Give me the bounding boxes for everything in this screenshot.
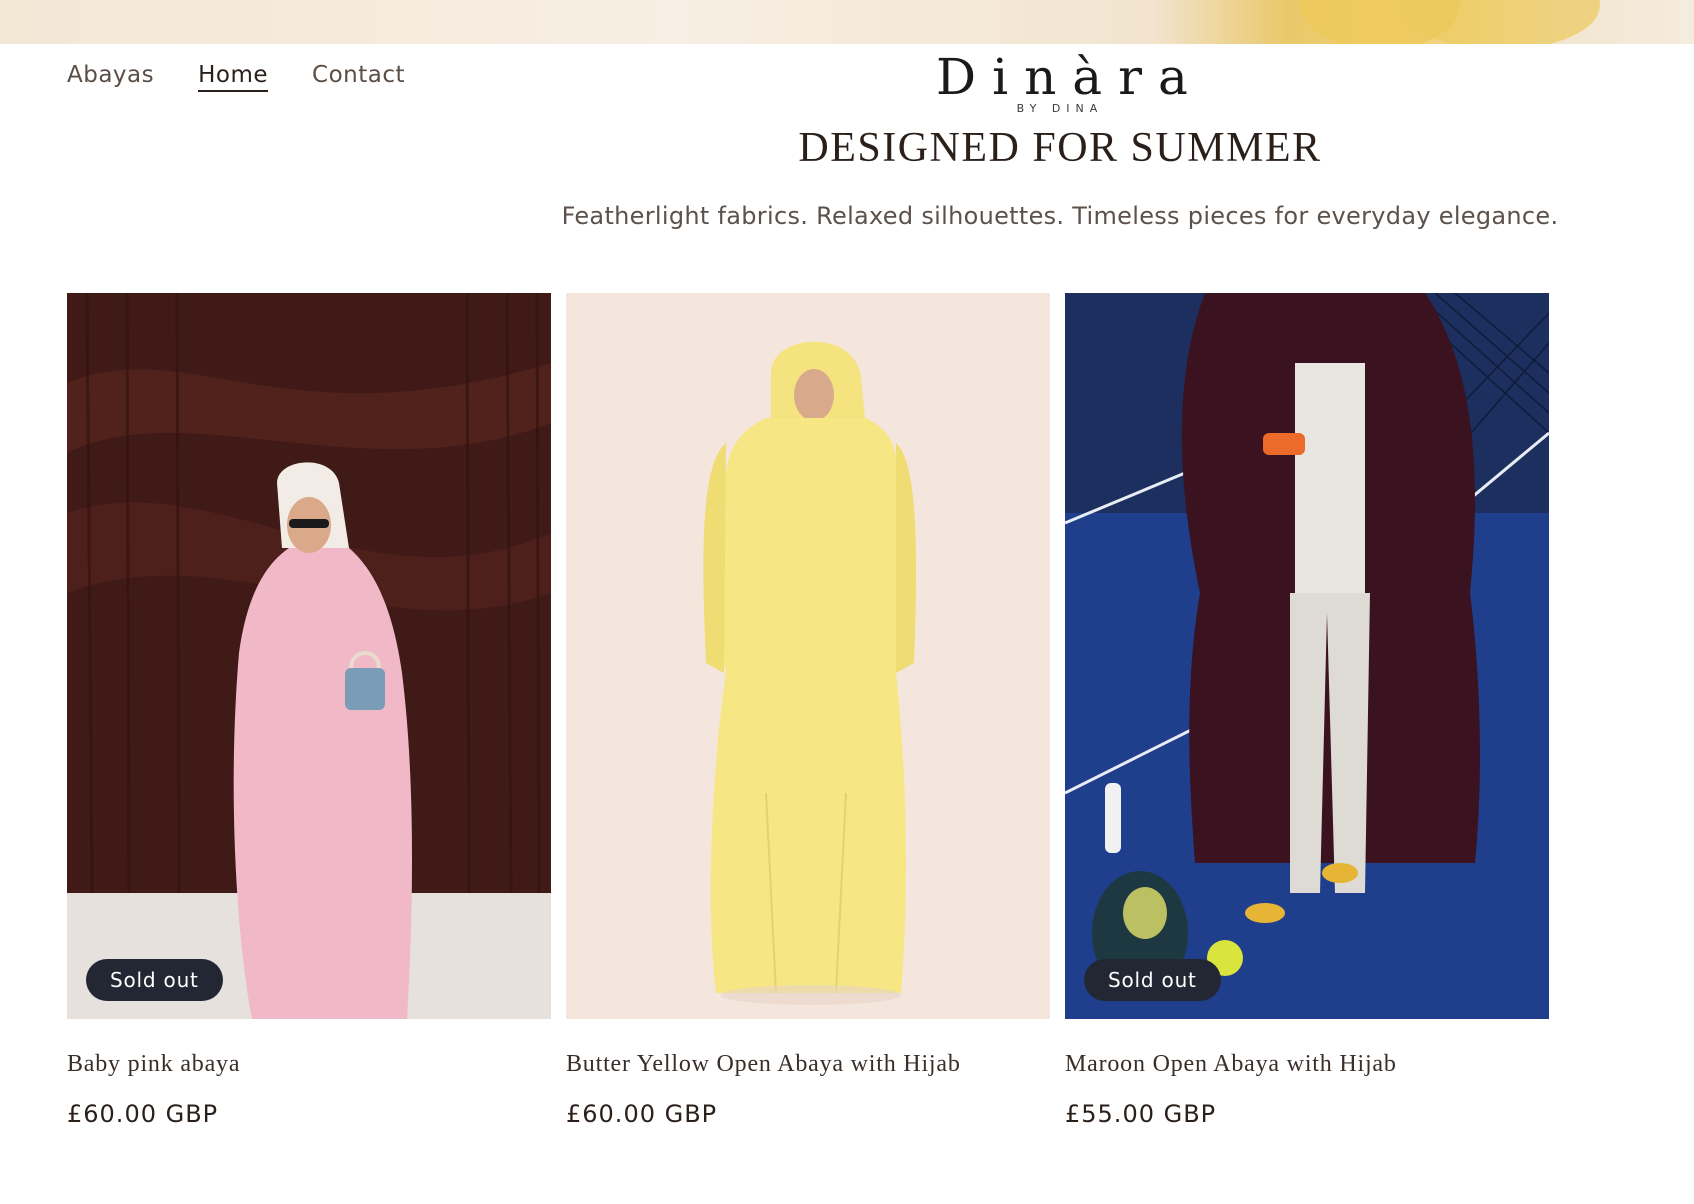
product-price: £60.00 GBP [566,1100,718,1128]
product-image[interactable] [566,293,1050,1019]
collection-description: Featherlight fabrics. Relaxed silhouette… [561,202,1559,230]
product-image[interactable]: Sold out [1065,293,1549,1019]
maroon-abaya-photo [1065,293,1549,1019]
sold-out-badge: Sold out [86,959,223,1001]
banner-drape-shape [1400,0,1600,44]
yellow-abaya-photo [566,293,1050,1019]
pink-abaya-photo [67,293,551,1019]
product-card[interactable]: Sold out Baby pink abaya £60.00 GBP [67,293,551,1128]
logo-wordmark: Dinàra [936,48,1204,106]
product-image[interactable]: Sold out [67,293,551,1019]
announcement-banner-image [0,0,1694,44]
product-grid: Sold out Baby pink abaya £60.00 GBP Butt… [67,293,1549,1128]
brand-logo[interactable]: Dinàra BY DINA [920,46,1200,115]
sold-out-badge: Sold out [1084,959,1221,1001]
collection-title: DESIGNED FOR SUMMER [798,125,1322,171]
product-title[interactable]: Baby pink abaya [67,1051,551,1078]
nav-item-abayas[interactable]: Abayas [67,62,154,92]
product-price: £55.00 GBP [1065,1100,1217,1128]
nav-item-contact[interactable]: Contact [312,62,405,92]
product-title[interactable]: Butter Yellow Open Abaya with Hijab [566,1051,1050,1078]
main-navigation: Abayas Home Contact [67,62,405,92]
product-card[interactable]: Sold out Maroon Open Abaya with Hijab £5… [1065,293,1549,1128]
product-title[interactable]: Maroon Open Abaya with Hijab [1065,1051,1549,1078]
product-price: £60.00 GBP [67,1100,219,1128]
product-card[interactable]: Butter Yellow Open Abaya with Hijab £60.… [566,293,1050,1128]
nav-item-home[interactable]: Home [198,62,269,92]
